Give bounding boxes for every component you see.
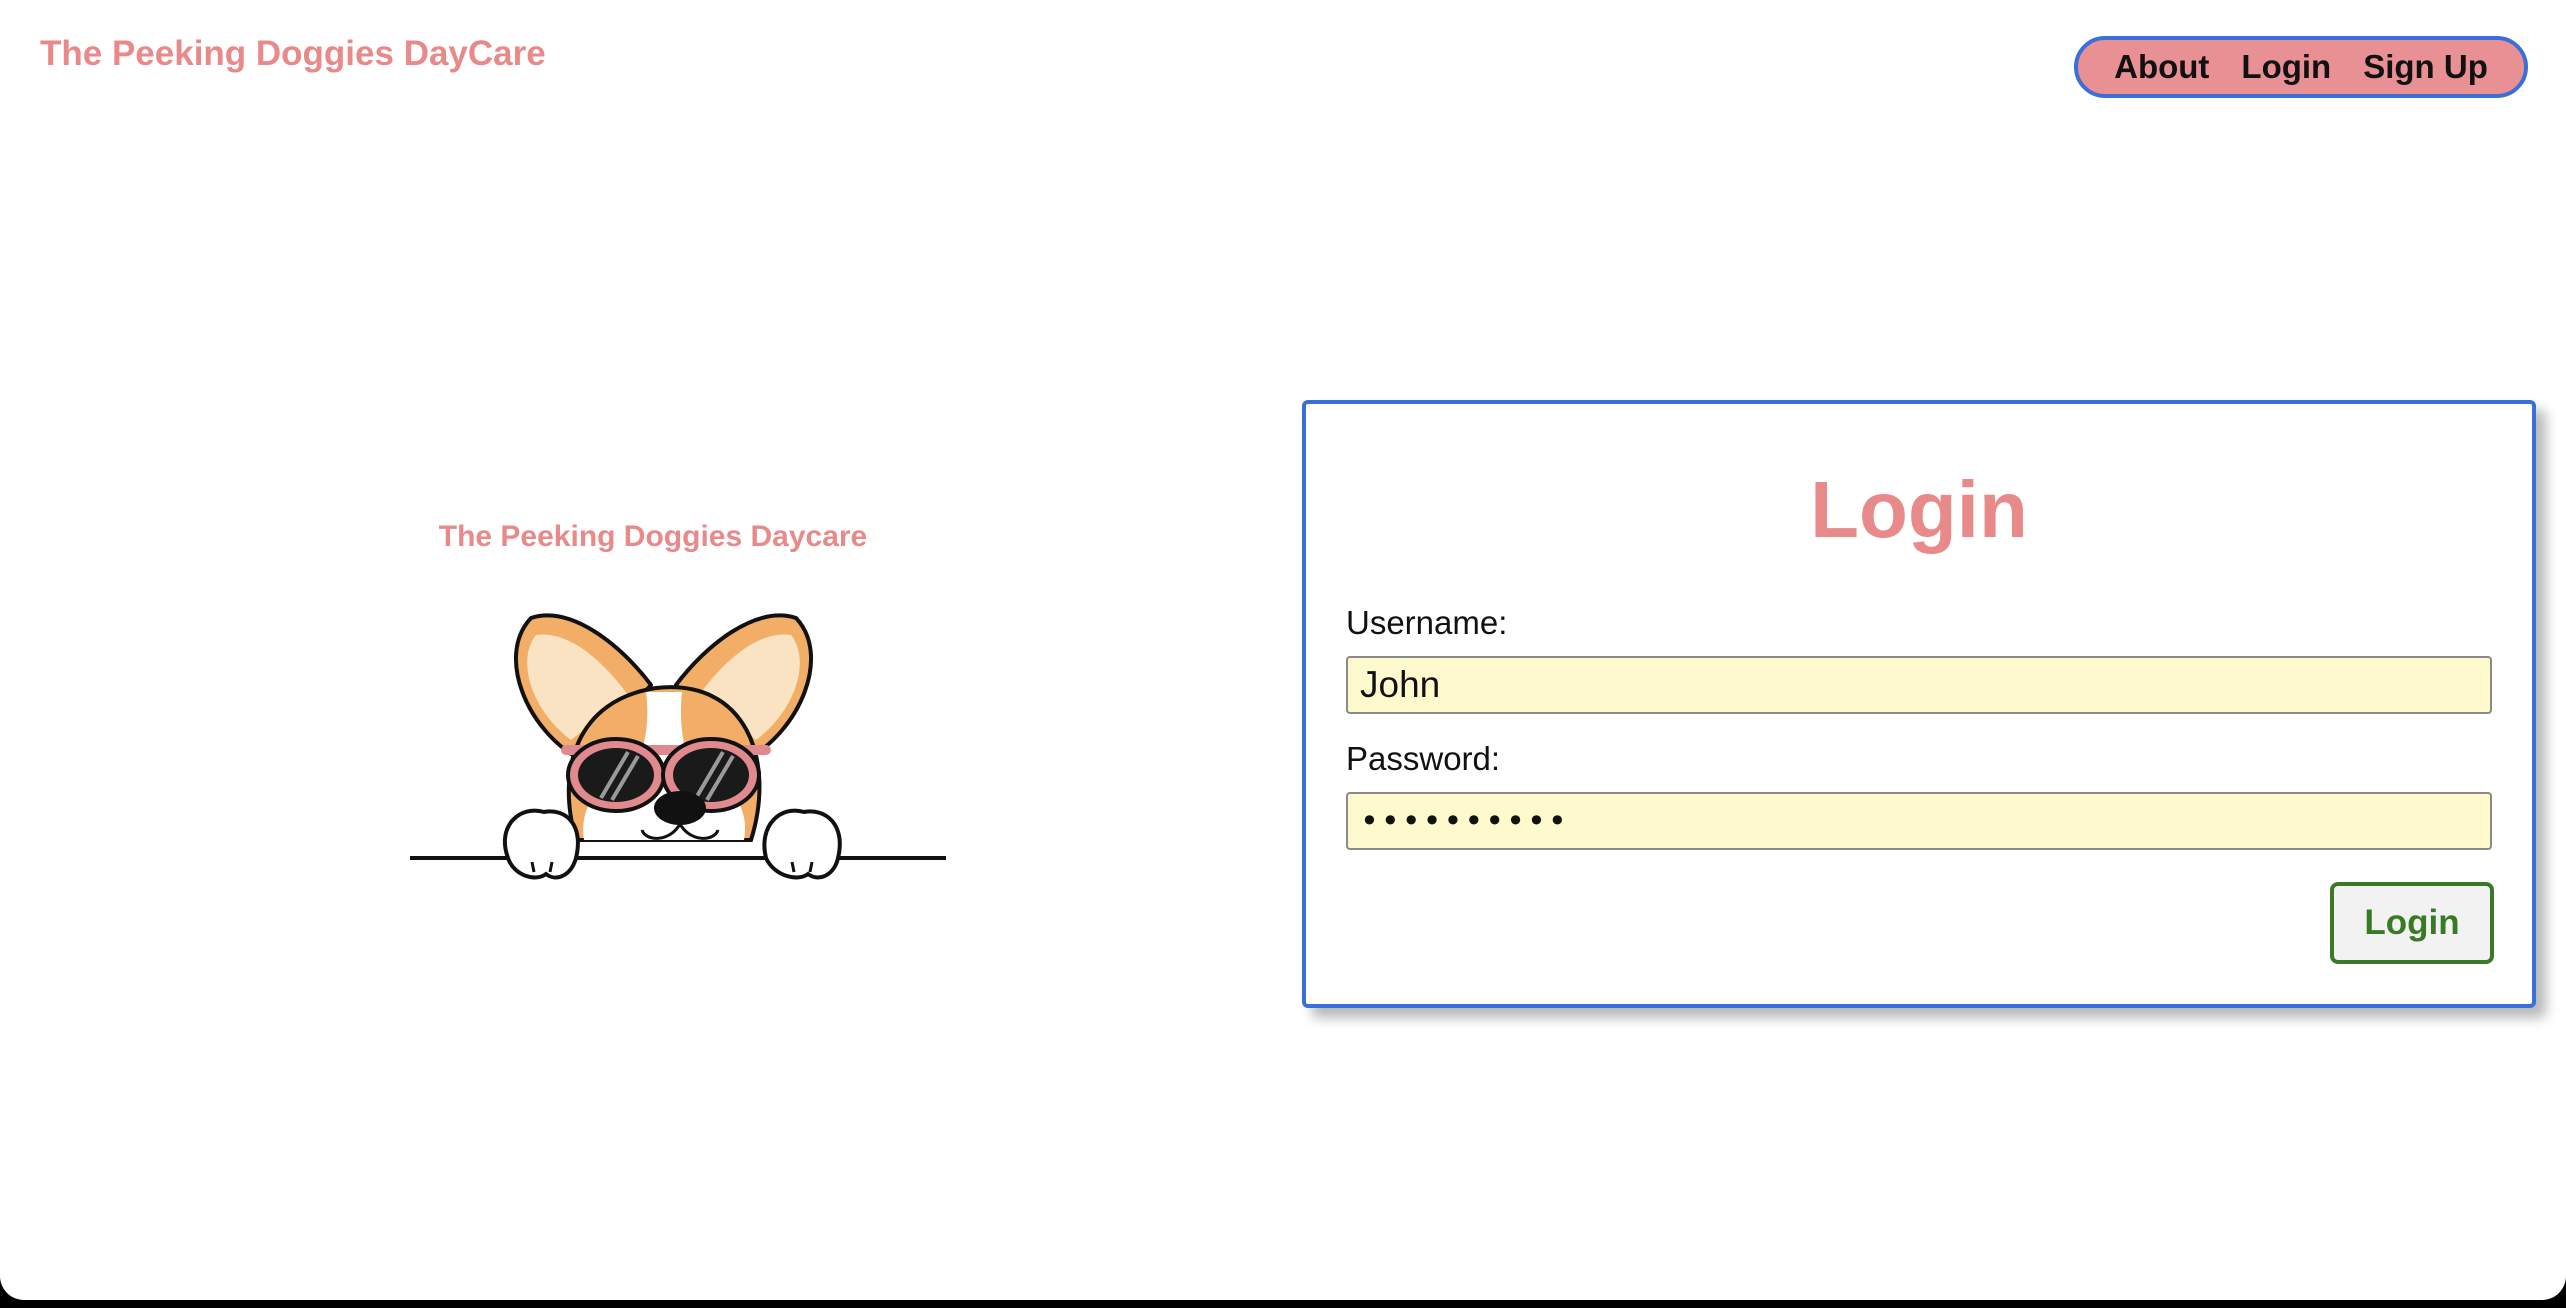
- hero-title: The Peeking Doggies Daycare: [438, 520, 868, 553]
- login-card: Login Username: Password: Login: [1302, 400, 2536, 1008]
- password-input[interactable]: [1346, 792, 2492, 850]
- page: The Peeking Doggies DayCare About Login …: [0, 0, 2566, 1300]
- nav-signup-link[interactable]: Sign Up: [2363, 48, 2488, 86]
- top-nav: About Login Sign Up: [2074, 36, 2528, 98]
- corgi-with-sunglasses-icon: [410, 613, 946, 880]
- password-label: Password:: [1346, 740, 1501, 777]
- nav-about-link[interactable]: About: [2114, 48, 2209, 86]
- site-brand-link[interactable]: The Peeking Doggies DayCare: [40, 34, 546, 74]
- login-title: Login: [1810, 465, 2028, 554]
- nav-login-link[interactable]: Login: [2241, 48, 2331, 86]
- login-button[interactable]: Login: [2330, 882, 2494, 964]
- username-input[interactable]: [1346, 656, 2492, 714]
- username-label: Username:: [1346, 604, 1508, 641]
